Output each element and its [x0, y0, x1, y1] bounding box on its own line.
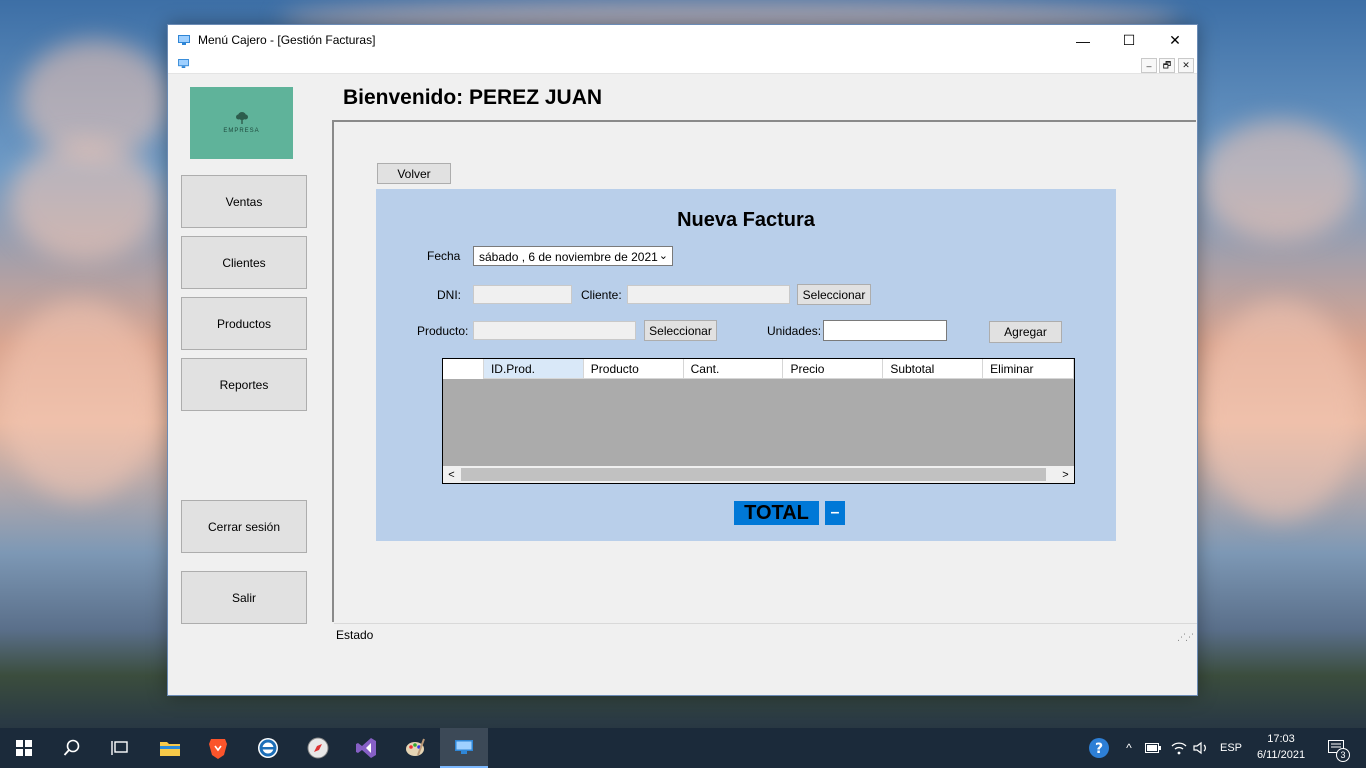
paint-icon[interactable] — [391, 728, 439, 768]
producto-input[interactable] — [473, 321, 636, 340]
maximize-button[interactable]: ☐ — [1106, 25, 1152, 56]
mdi-minimize-button[interactable]: – — [1141, 58, 1157, 73]
compass-icon[interactable] — [294, 728, 342, 768]
background-cloud — [1200, 300, 1360, 520]
welcome-heading: Bienvenido: PEREZ JUAN — [343, 86, 603, 109]
unidades-label: Unidades: — [767, 324, 822, 338]
products-grid[interactable]: ID.Prod. Producto Cant. Precio Subtotal … — [442, 358, 1075, 484]
status-bar: Estado ⋰⋰ — [334, 623, 1197, 645]
app-icon — [178, 35, 190, 45]
clientes-button[interactable]: Clientes — [181, 236, 307, 289]
fecha-date-picker[interactable]: sábado , 6 de noviembre de 2021 ⌄ — [473, 246, 673, 266]
reportes-button[interactable]: Reportes — [181, 358, 307, 411]
tree-icon — [235, 112, 248, 124]
title-bar[interactable]: Menú Cajero - [Gestión Facturas] — ☐ ✕ — [168, 25, 1197, 56]
back-button-label: Volver — [397, 166, 431, 181]
file-explorer-icon[interactable] — [146, 728, 194, 768]
exit-button[interactable]: Salir — [181, 571, 307, 624]
producto-label: Producto: — [417, 324, 469, 338]
visual-studio-icon[interactable] — [342, 728, 390, 768]
battery-icon[interactable] — [1142, 728, 1164, 768]
ventas-label: Ventas — [225, 194, 263, 209]
logout-button[interactable]: Cerrar sesión — [181, 500, 307, 553]
chevron-up-icon[interactable]: ^ — [1120, 728, 1138, 768]
add-button-label: Agregar — [1004, 325, 1047, 339]
notification-count: 3 — [1336, 748, 1350, 762]
total-value: – — [825, 501, 845, 525]
add-button[interactable]: Agregar — [989, 321, 1062, 343]
dni-input[interactable] — [473, 285, 572, 304]
help-icon[interactable]: ? — [1086, 728, 1112, 768]
taskbar-clock[interactable]: 17:03 6/11/2021 — [1246, 731, 1316, 763]
ventas-button[interactable]: Ventas — [181, 175, 307, 228]
child-window-icon[interactable] — [178, 59, 189, 68]
wifi-icon[interactable] — [1168, 728, 1190, 768]
clock-date: 6/11/2021 — [1256, 749, 1306, 761]
window-title: Menú Cajero - [Gestión Facturas] — [198, 33, 376, 47]
back-button[interactable]: Volver — [377, 163, 451, 184]
search-icon[interactable] — [48, 728, 96, 768]
select-product-label: Seleccionar — [649, 323, 712, 338]
mdi-menu-bar: – 🗗 ✕ — [168, 56, 1197, 74]
clientes-label: Clientes — [222, 255, 266, 270]
minimize-button[interactable]: — — [1060, 25, 1106, 56]
reportes-label: Reportes — [219, 377, 269, 392]
svg-text:?: ? — [1095, 741, 1103, 757]
column-header-cant[interactable]: Cant. — [683, 359, 784, 379]
column-header-eliminar[interactable]: Eliminar — [983, 359, 1075, 379]
grid-corner-header[interactable] — [443, 359, 484, 379]
cliente-input[interactable] — [627, 285, 790, 304]
app-window-icon[interactable] — [440, 728, 488, 768]
close-button[interactable]: ✕ — [1152, 25, 1198, 56]
background-cloud — [0, 300, 160, 500]
fecha-value: sábado , 6 de noviembre de 2021 — [479, 250, 658, 264]
invoice-title: Nueva Factura — [677, 209, 815, 231]
main-window: Menú Cajero - [Gestión Facturas] — ☐ ✕ –… — [167, 24, 1198, 696]
horizontal-scrollbar[interactable]: < > — [443, 466, 1074, 483]
scroll-thumb[interactable] — [461, 468, 1046, 481]
notification-center-icon[interactable]: 3 — [1320, 728, 1354, 768]
unidades-input[interactable] — [823, 320, 947, 341]
task-view-icon[interactable] — [96, 728, 144, 768]
total-label: TOTAL — [734, 501, 819, 525]
company-logo: EMPRESA — [190, 87, 293, 159]
chevron-down-icon[interactable]: ⌄ — [659, 249, 668, 262]
productos-label: Productos — [216, 316, 272, 331]
taskbar: ? ^ ESP 17:03 6/11/2021 3 — [0, 728, 1366, 768]
column-header-precio[interactable]: Precio — [783, 359, 884, 379]
scroll-left-icon[interactable]: < — [443, 467, 460, 482]
exit-label: Salir — [231, 590, 256, 605]
cliente-label: Cliente: — [581, 288, 622, 302]
select-product-button[interactable]: Seleccionar — [644, 320, 717, 341]
brave-browser-icon[interactable] — [194, 728, 242, 768]
logo-text: EMPRESA — [223, 128, 260, 134]
select-client-button[interactable]: Seleccionar — [797, 284, 871, 305]
column-header-idprod[interactable]: ID.Prod. — [483, 359, 584, 379]
column-header-producto[interactable]: Producto — [583, 359, 684, 379]
clock-time: 17:03 — [1267, 733, 1295, 745]
status-text: Estado — [336, 628, 374, 642]
productos-button[interactable]: Productos — [181, 297, 307, 350]
volume-icon[interactable] — [1190, 728, 1212, 768]
fecha-label: Fecha — [427, 249, 461, 263]
column-header-subtotal[interactable]: Subtotal — [883, 359, 984, 379]
select-client-label: Seleccionar — [802, 287, 866, 302]
logout-label: Cerrar sesión — [207, 519, 281, 534]
grid-header: ID.Prod. Producto Cant. Precio Subtotal … — [443, 359, 1075, 379]
mdi-restore-button[interactable]: 🗗 — [1159, 58, 1175, 73]
mdi-close-button[interactable]: ✕ — [1178, 58, 1194, 73]
language-indicator[interactable]: ESP — [1216, 728, 1246, 768]
edge-icon[interactable] — [244, 728, 292, 768]
background-cloud — [10, 140, 160, 260]
background-cloud — [1200, 120, 1360, 240]
windows-start-icon[interactable] — [0, 728, 48, 768]
invoice-panel: Nueva Factura Fecha sábado , 6 de noviem… — [376, 189, 1116, 541]
scroll-right-icon[interactable]: > — [1057, 467, 1074, 482]
dni-label: DNI: — [437, 288, 461, 302]
resize-grip-icon[interactable]: ⋰⋰ — [1177, 632, 1194, 643]
